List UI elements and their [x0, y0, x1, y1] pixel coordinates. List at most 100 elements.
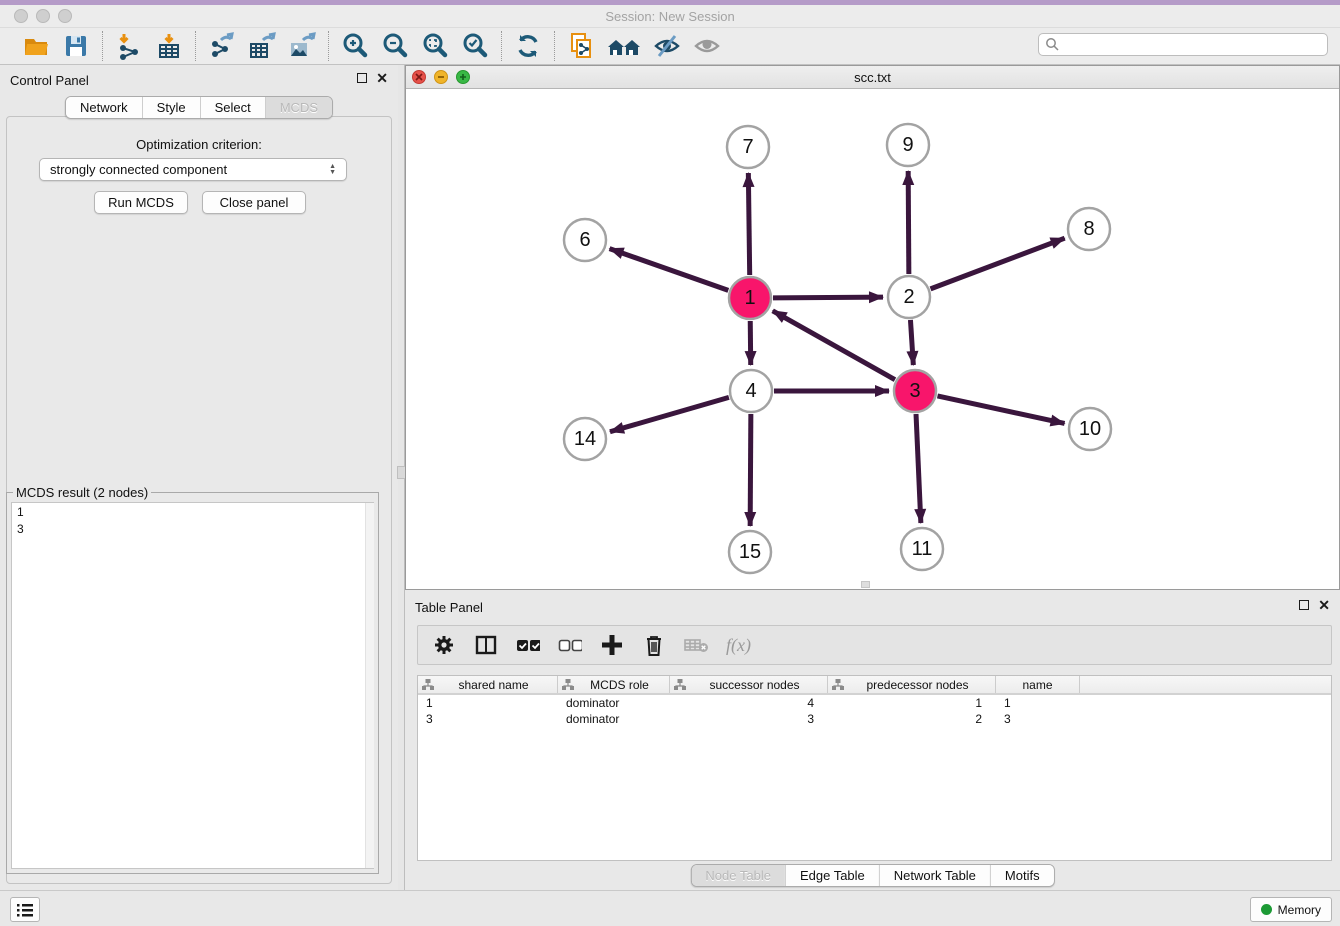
- show-all-button[interactable]: [605, 31, 643, 61]
- table-row[interactable]: 3 dominator 3 2 3: [418, 711, 1331, 727]
- list-icon: [17, 903, 33, 917]
- search-icon: [1045, 37, 1060, 52]
- cell-name[interactable]: 3: [996, 711, 1080, 727]
- graph-edge-4-14[interactable]: [610, 397, 729, 431]
- import-network-button[interactable]: [113, 31, 145, 61]
- tab-motifs[interactable]: Motifs: [990, 865, 1054, 886]
- cell-predecessor-nodes[interactable]: 1: [828, 695, 996, 711]
- hide-selected-button[interactable]: [651, 31, 683, 61]
- tab-network[interactable]: Network: [66, 97, 142, 118]
- tab-network-table[interactable]: Network Table: [879, 865, 990, 886]
- memory-button[interactable]: Memory: [1250, 897, 1332, 922]
- close-panel-button[interactable]: Close panel: [202, 191, 306, 214]
- canvas-grip[interactable]: [861, 581, 870, 588]
- cell-name[interactable]: 1: [996, 695, 1080, 711]
- graph-edge-1-2[interactable]: [773, 297, 883, 298]
- graph-node-label: 1: [744, 287, 755, 309]
- memory-status-icon: [1261, 904, 1272, 915]
- cell-successor-nodes[interactable]: 4: [670, 695, 828, 711]
- optimization-label: Optimization criterion:: [0, 137, 398, 152]
- mcds-result-box: MCDS result (2 nodes) 1 3: [6, 492, 379, 874]
- export-image-button[interactable]: [286, 31, 318, 61]
- zoom-in-button[interactable]: [339, 31, 371, 61]
- close-panel-icon[interactable]: ✕: [376, 73, 388, 83]
- deselect-all-icon[interactable]: [558, 633, 582, 657]
- tab-mcds[interactable]: MCDS: [265, 97, 332, 118]
- add-column-icon[interactable]: [600, 633, 624, 657]
- graph-edge-2-8[interactable]: [931, 238, 1065, 289]
- cell-shared-name[interactable]: 3: [418, 711, 558, 727]
- delete-table-icon: [684, 633, 708, 657]
- float-panel-icon[interactable]: [357, 73, 367, 83]
- search-field[interactable]: [1038, 33, 1328, 56]
- table-settings-icon[interactable]: [432, 633, 456, 657]
- table-header-row: shared name MCDS role successor nodes pr…: [418, 676, 1331, 695]
- close-panel-icon[interactable]: ✕: [1318, 600, 1330, 610]
- zoom-out-button[interactable]: [379, 31, 411, 61]
- graph-node-label: 3: [909, 380, 920, 402]
- cell-predecessor-nodes[interactable]: 2: [828, 711, 996, 727]
- column-header-mcds-role[interactable]: MCDS role: [558, 676, 670, 693]
- select-all-icon[interactable]: [516, 633, 540, 657]
- table-panel-tabs: Node Table Edge Table Network Table Moti…: [690, 864, 1054, 887]
- show-eye-button[interactable]: [691, 31, 723, 61]
- graph-edge-3-11[interactable]: [916, 414, 921, 523]
- network-titlebar[interactable]: scc.txt: [406, 66, 1339, 89]
- tab-node-table[interactable]: Node Table: [691, 865, 785, 886]
- cell-mcds-role[interactable]: dominator: [558, 711, 670, 727]
- zoom-fit-button[interactable]: [419, 31, 451, 61]
- graph-node-label: 9: [902, 134, 913, 156]
- graph-edge-3-10[interactable]: [937, 396, 1064, 424]
- split-column-icon[interactable]: [474, 633, 498, 657]
- graph-node-label: 8: [1083, 218, 1094, 240]
- network-canvas[interactable]: 1234678910111415: [406, 89, 1339, 589]
- tab-edge-table[interactable]: Edge Table: [785, 865, 879, 886]
- column-header-predecessor-nodes[interactable]: predecessor nodes: [828, 676, 996, 693]
- tab-select[interactable]: Select: [200, 97, 265, 118]
- graph-edge-2-3[interactable]: [910, 320, 913, 365]
- graph-edge-4-15[interactable]: [750, 414, 751, 526]
- window-title: Session: New Session: [0, 9, 1340, 24]
- column-type-icon: [832, 679, 844, 690]
- refresh-layout-button[interactable]: [512, 31, 544, 61]
- graph-edge-1-6[interactable]: [610, 249, 729, 291]
- graph-node-label: 11: [912, 538, 933, 560]
- column-type-icon: [562, 679, 574, 690]
- graph-node-label: 7: [742, 136, 753, 158]
- float-panel-icon[interactable]: [1299, 600, 1309, 610]
- duplicate-network-button[interactable]: [565, 31, 597, 61]
- graph-node-label: 10: [1079, 418, 1101, 440]
- zoom-selected-button[interactable]: [459, 31, 491, 61]
- export-table-button[interactable]: [246, 31, 278, 61]
- save-session-button[interactable]: [60, 31, 92, 61]
- run-mcds-button[interactable]: Run MCDS: [94, 191, 188, 214]
- mcds-result-scrollbar[interactable]: [365, 503, 374, 868]
- table-panel-title: Table Panel: [415, 600, 483, 615]
- cell-mcds-role[interactable]: dominator: [558, 695, 670, 711]
- import-table-button[interactable]: [153, 31, 185, 61]
- cell-shared-name[interactable]: 1: [418, 695, 558, 711]
- open-session-button[interactable]: [20, 31, 52, 61]
- task-history-button[interactable]: [10, 897, 40, 922]
- table-toolbar: f(x): [417, 625, 1332, 665]
- graph-node-label: 6: [579, 229, 590, 251]
- mcds-result-text[interactable]: 1 3: [11, 502, 374, 869]
- graph-edge-1-7[interactable]: [748, 173, 749, 275]
- cell-successor-nodes[interactable]: 3: [670, 711, 828, 727]
- graph-edge-2-9[interactable]: [908, 171, 909, 274]
- mcds-result-title: MCDS result (2 nodes): [13, 485, 151, 500]
- table-panel: Table Panel ✕ f(x) sha: [405, 592, 1340, 890]
- control-panel-tabs: Network Style Select MCDS: [65, 96, 333, 119]
- search-input[interactable]: [1064, 38, 1327, 52]
- tab-style[interactable]: Style: [142, 97, 200, 118]
- delete-column-icon[interactable]: [642, 633, 666, 657]
- column-header-successor-nodes[interactable]: successor nodes: [670, 676, 828, 693]
- export-network-button[interactable]: [206, 31, 238, 61]
- column-header-name[interactable]: name: [996, 676, 1080, 693]
- graph-edge-3-1[interactable]: [773, 311, 895, 380]
- network-graph[interactable]: 1234678910111415: [406, 89, 1339, 589]
- column-header-shared-name[interactable]: shared name: [418, 676, 558, 693]
- graph-node-label: 15: [739, 541, 761, 563]
- optimization-dropdown[interactable]: strongly connected component ▲▼: [39, 158, 347, 181]
- table-row[interactable]: 1 dominator 4 1 1: [418, 695, 1331, 711]
